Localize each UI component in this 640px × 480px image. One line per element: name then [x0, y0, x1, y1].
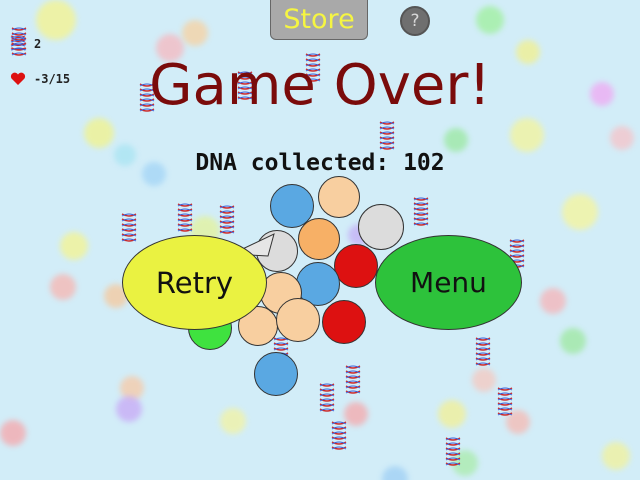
dna-collected-score: DNA collected: 102	[195, 150, 445, 176]
level-indicator: 2	[10, 34, 41, 54]
particle	[220, 408, 246, 434]
cell-ball	[298, 218, 340, 260]
game-screen: 2 -3/15 Store ? Game Over! DNA collected…	[0, 0, 640, 480]
particle	[472, 368, 496, 392]
particle	[444, 128, 468, 152]
particle	[50, 274, 76, 300]
particle	[610, 126, 634, 150]
help-button[interactable]: ?	[400, 6, 430, 36]
dna-helix-icon	[319, 383, 335, 412]
particle	[182, 20, 208, 46]
particle	[116, 396, 142, 422]
dna-helix-icon	[413, 197, 429, 226]
dna-helix-icon	[331, 421, 347, 450]
particle	[382, 466, 408, 480]
dna-helix-icon	[177, 203, 193, 232]
dna-helix-icon	[10, 35, 26, 51]
game-over-title: Game Over!	[149, 53, 491, 118]
particle	[602, 442, 630, 470]
particle	[60, 232, 88, 260]
cell-ball	[358, 204, 404, 250]
dna-helix-icon	[379, 121, 395, 150]
dna-helix-icon	[497, 387, 513, 416]
cell-ball	[322, 300, 366, 344]
dna-helix-icon	[445, 437, 461, 466]
dna-helix-icon	[121, 213, 137, 242]
cell-ball	[318, 176, 360, 218]
level-value: 2	[34, 37, 42, 51]
particle	[36, 0, 76, 40]
cell-ball	[254, 352, 298, 396]
particle	[438, 400, 466, 428]
cell-ball	[276, 298, 320, 342]
particle	[560, 328, 586, 354]
particle	[510, 118, 544, 152]
dna-helix-icon	[475, 337, 491, 366]
particle	[84, 118, 114, 148]
menu-button[interactable]: Menu	[375, 235, 522, 330]
cell-ball	[334, 244, 378, 288]
store-button-label: Store	[283, 4, 355, 35]
particle	[540, 288, 566, 314]
particle	[476, 6, 504, 34]
store-button[interactable]: Store	[270, 0, 368, 40]
particle	[0, 420, 26, 446]
retry-button-label: Retry	[155, 265, 234, 300]
particle	[562, 194, 598, 230]
menu-button-label: Menu	[410, 266, 487, 299]
retry-button[interactable]: Retry	[122, 235, 267, 330]
dna-helix-icon	[345, 365, 361, 394]
question-mark-icon: ?	[410, 11, 420, 31]
